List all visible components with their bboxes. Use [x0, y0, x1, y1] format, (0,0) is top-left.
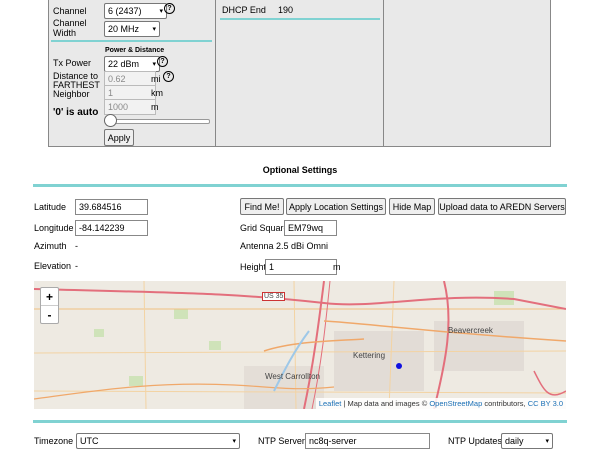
chevron-down-icon: ▾	[545, 438, 549, 445]
timezone-select[interactable]: UTC ▾	[76, 433, 240, 449]
dhcp-end-value: 190	[278, 5, 294, 15]
azimuth-label: Azimuth	[34, 241, 67, 251]
chevron-down-icon: ▾	[232, 438, 236, 445]
map-label-west-carrollton: West Carrollton	[265, 372, 320, 381]
panel-divider	[48, 0, 49, 147]
timezone-value: UTC	[80, 436, 99, 446]
longitude-input[interactable]: -84.142239	[75, 220, 148, 236]
dhcp-end-label: DHCP End	[222, 5, 266, 15]
distance-m-value: 1000	[108, 102, 129, 112]
zoom-in-button[interactable]: +	[41, 288, 58, 306]
channel-value: 6 (2437)	[108, 6, 142, 16]
elevation-label: Elevation	[34, 261, 72, 271]
hide-map-button[interactable]: Hide Map	[389, 198, 435, 215]
grid-square-input[interactable]: EM79wq	[284, 220, 337, 236]
latitude-value: 39.684516	[79, 202, 122, 212]
tx-power-label: Tx Power	[53, 58, 92, 68]
distance-m-unit: m	[151, 102, 159, 112]
chevron-down-icon: ▾	[152, 61, 156, 68]
leaflet-link[interactable]: Leaflet	[319, 399, 342, 408]
channel-width-label: Channel Width	[53, 18, 87, 38]
map-tiles[interactable]	[34, 281, 566, 409]
auto-note: '0' is auto	[53, 107, 99, 118]
chevron-down-icon: ▾	[152, 26, 156, 33]
distance-mi-value: 0.62	[108, 74, 126, 84]
location-map[interactable]: US 35 Beavercreek Kettering West Carroll…	[34, 281, 566, 409]
apply-location-button[interactable]: Apply Location Settings	[286, 198, 386, 215]
section-separator	[220, 18, 380, 20]
tx-power-select[interactable]: 22 dBm ▾	[104, 56, 160, 72]
location-marker[interactable]	[396, 363, 402, 369]
grid-square-value: EM79wq	[288, 223, 324, 233]
ntp-updates-label: NTP Updates	[448, 436, 502, 446]
map-attribution: Leaflet | Map data and images © OpenStre…	[315, 398, 566, 409]
height-input[interactable]: 1	[265, 259, 337, 275]
section-separator	[33, 184, 567, 187]
ntp-server-value: nc8q-server	[309, 436, 357, 446]
cc-license-link[interactable]: CC BY 3.0	[528, 399, 563, 408]
panel-divider	[215, 0, 216, 147]
grid-square-label: Grid Square	[240, 223, 289, 233]
panel-bottom-border	[48, 146, 551, 147]
apply-radio-button[interactable]: Apply	[104, 129, 134, 146]
tx-power-value: 22 dBm	[108, 59, 140, 69]
latitude-input[interactable]: 39.684516	[75, 199, 148, 215]
chevron-down-icon: ▾	[159, 8, 163, 15]
attribution-text: | Map data and images ©	[341, 399, 430, 408]
zoom-out-button[interactable]: -	[41, 306, 58, 323]
zoom-control: + -	[40, 287, 59, 324]
channel-width-select[interactable]: 20 MHz ▾	[104, 21, 160, 37]
channel-label: Channel	[53, 6, 87, 16]
section-separator	[51, 40, 212, 42]
map-label-beavercreek: Beavercreek	[448, 326, 493, 335]
antenna-text: Antenna 2.5 dBi Omni	[240, 241, 329, 251]
apply-radio-label: Apply	[107, 132, 131, 143]
panel-divider	[383, 0, 384, 147]
distance-m-input[interactable]: 1000	[104, 99, 156, 115]
optional-settings-title: Optional Settings	[262, 165, 338, 175]
longitude-label: Longitude	[34, 223, 74, 233]
height-value: 1	[269, 262, 275, 272]
attribution-text: contributors,	[482, 399, 528, 408]
apply-location-label: Apply Location Settings	[288, 201, 384, 212]
map-label-us35: US 35	[262, 292, 286, 301]
find-me-label: Find Me!	[244, 201, 280, 212]
channel-select[interactable]: 6 (2437) ▾	[104, 3, 167, 19]
timezone-label: Timezone	[34, 436, 74, 446]
distance-km-value: 1	[108, 88, 114, 98]
ntp-server-input[interactable]: nc8q-server	[305, 433, 430, 449]
distance-km-unit: km	[151, 88, 163, 98]
help-icon[interactable]: ?	[163, 71, 174, 82]
distance-slider-track[interactable]	[108, 119, 210, 124]
azimuth-value: -	[75, 241, 78, 251]
height-unit: m	[333, 262, 341, 272]
upload-aredn-button[interactable]: Upload data to AREDN Servers	[438, 198, 566, 215]
panel-divider	[550, 0, 551, 147]
ntp-updates-value: daily	[505, 436, 524, 446]
elevation-value: -	[75, 261, 78, 271]
help-icon[interactable]: ?	[157, 56, 168, 67]
longitude-value: -84.142239	[79, 223, 125, 233]
distance-mi-unit: mi	[151, 74, 161, 84]
distance-label: Distance to FARTHEST Neighbor	[53, 71, 100, 99]
map-label-kettering: Kettering	[353, 351, 386, 360]
ntp-updates-select[interactable]: daily ▾	[501, 433, 553, 449]
latitude-label: Latitude	[34, 202, 67, 212]
channel-width-value: 20 MHz	[108, 24, 140, 34]
upload-aredn-label: Upload data to AREDN Servers	[439, 201, 565, 212]
section-separator	[33, 420, 567, 423]
distance-slider-thumb[interactable]	[104, 114, 117, 127]
power-distance-heading: Power & Distance	[105, 47, 165, 54]
openstreetmap-link[interactable]: OpenStreetMap	[429, 399, 482, 408]
height-label: Height	[240, 262, 267, 272]
hide-map-label: Hide Map	[392, 201, 432, 212]
find-me-button[interactable]: Find Me!	[240, 198, 284, 215]
help-icon[interactable]: ?	[164, 3, 175, 14]
ntp-server-label: NTP Server	[258, 436, 305, 446]
